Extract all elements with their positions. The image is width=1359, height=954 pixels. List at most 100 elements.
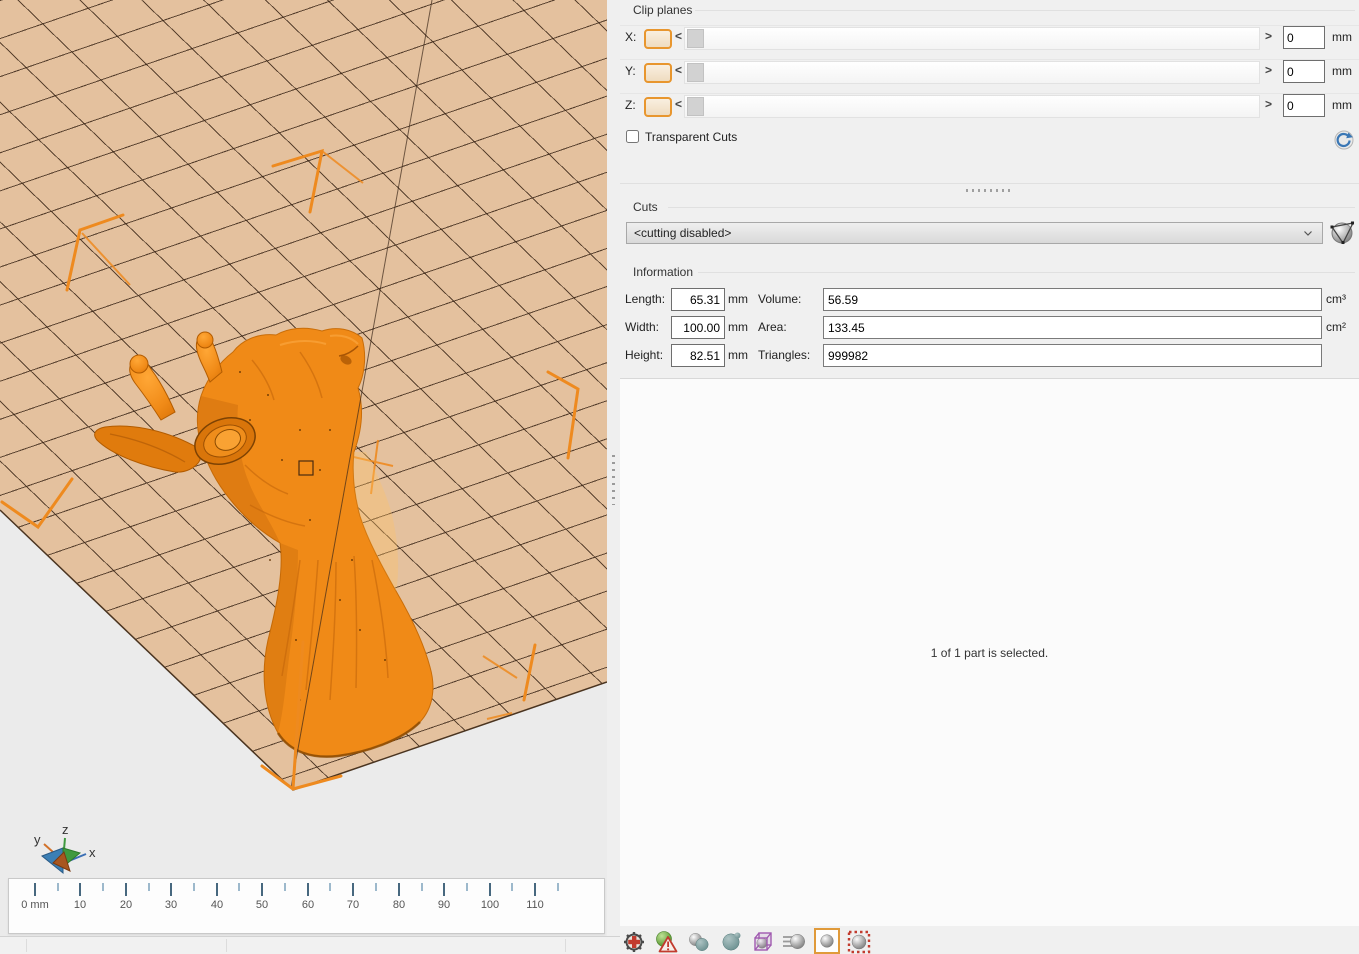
ruler-label: 40 <box>210 899 224 911</box>
side-panel: Clip planes X: < > mm Y: < > mm Z: < > m… <box>620 0 1359 954</box>
clip-y-slider[interactable] <box>684 61 1260 84</box>
vertical-splitter[interactable] <box>607 0 620 936</box>
clip-x-slider[interactable] <box>684 27 1260 50</box>
clip-y-color-swatch[interactable] <box>644 63 672 83</box>
sphere-motion-button[interactable] <box>782 929 807 954</box>
width-input[interactable] <box>671 316 725 339</box>
axis-gizmo: y z x <box>34 824 96 875</box>
ruler-tick <box>216 883 218 896</box>
ruler-tick <box>170 883 172 896</box>
spheres-pair-button[interactable] <box>686 929 711 954</box>
axis-x-label: x <box>89 845 96 860</box>
model-silhouette[interactable] <box>196 327 434 758</box>
clip-x-unit: mm <box>1332 30 1352 44</box>
clip-y-unit: mm <box>1332 64 1352 78</box>
triangles-input[interactable] <box>823 344 1322 367</box>
clip-plane-row-y: Y: < > mm <box>620 60 1359 84</box>
parts-toolbar <box>620 926 1359 954</box>
ruler-label: 100 <box>480 899 500 911</box>
ruler-label: 0 mm <box>21 899 49 911</box>
clip-z-increase-button[interactable]: > <box>1265 97 1272 111</box>
clip-y-label: Y: <box>625 64 636 78</box>
ruler-tick <box>443 883 445 896</box>
clip-x-color-swatch[interactable] <box>644 29 672 49</box>
ruler-label: 110 <box>526 899 544 911</box>
horizontal-splitter-grip[interactable] <box>966 189 1014 192</box>
info-row-width-area: Width: mm Area: cm² <box>620 316 1359 339</box>
clip-y-increase-button[interactable]: > <box>1265 63 1272 77</box>
status-bar-separator <box>226 939 227 952</box>
volume-unit: cm³ <box>1326 292 1346 306</box>
clip-z-color-swatch[interactable] <box>644 97 672 117</box>
clip-z-value-input[interactable] <box>1283 94 1325 117</box>
ruler-minor-tick <box>557 883 559 891</box>
clip-y-value-input[interactable] <box>1283 60 1325 83</box>
length-unit: mm <box>728 292 748 306</box>
reset-clip-planes-button[interactable] <box>1334 130 1354 150</box>
repair-part-button[interactable] <box>622 929 647 954</box>
sphere-selection-button[interactable] <box>846 929 871 954</box>
transparent-cuts-checkbox[interactable] <box>626 130 639 143</box>
width-unit: mm <box>728 320 748 334</box>
status-bar <box>0 936 620 954</box>
sphere-shaded-button[interactable] <box>814 928 840 954</box>
ruler-minor-tick <box>148 883 150 891</box>
model-ear <box>94 425 201 473</box>
transparent-cuts-label: Transparent Cuts <box>645 130 738 144</box>
sphere-shaded-icon <box>820 934 834 948</box>
ruler-label: 10 <box>73 899 87 911</box>
ruler-minor-tick <box>238 883 240 891</box>
ruler-label: 80 <box>392 899 406 911</box>
volume-label: Volume: <box>758 292 802 306</box>
splitter-grip-icon <box>612 455 615 505</box>
ruler-minor-tick <box>466 883 468 891</box>
area-input[interactable] <box>823 316 1322 339</box>
3d-viewport[interactable]: y z x 0 mm 10 20 30 40 50 60 70 80 90 10… <box>0 0 608 936</box>
axis-y-label: y <box>34 832 41 847</box>
clip-x-value-input[interactable] <box>1283 26 1325 49</box>
volume-input[interactable] <box>823 288 1322 311</box>
length-input[interactable] <box>671 288 725 311</box>
giraffe-model[interactable] <box>94 327 434 758</box>
ruler-minor-tick <box>329 883 331 891</box>
height-label: Height: <box>625 348 664 362</box>
clip-y-slider-thumb[interactable] <box>687 63 704 82</box>
axis-z-label: z <box>62 824 69 837</box>
sphere-selection-icon <box>847 930 870 953</box>
clip-x-decrease-button[interactable]: < <box>675 29 682 43</box>
clip-x-slider-thumb[interactable] <box>687 29 704 48</box>
sphere-rotate-button[interactable] <box>718 929 743 954</box>
cuts-dropdown[interactable]: <cutting disabled> <box>626 222 1323 244</box>
information-title: Information <box>630 265 697 279</box>
ruler-minor-tick <box>102 883 104 891</box>
area-label: Area: <box>758 320 787 334</box>
scene-overlay <box>0 0 607 791</box>
clip-x-increase-button[interactable]: > <box>1265 29 1272 43</box>
height-input[interactable] <box>671 344 725 367</box>
group-frame <box>692 10 1355 11</box>
sphere-motion-icon <box>782 933 805 949</box>
width-label: Width: <box>625 320 660 334</box>
ruler-tick <box>307 883 309 896</box>
clip-z-slider-thumb[interactable] <box>687 97 704 116</box>
chevron-down-icon <box>1304 231 1312 236</box>
clip-y-decrease-button[interactable]: < <box>675 63 682 77</box>
clip-z-decrease-button[interactable]: < <box>675 97 682 111</box>
clip-z-slider[interactable] <box>684 95 1260 118</box>
ruler-minor-tick <box>421 883 423 891</box>
ruler-label: 30 <box>164 899 178 911</box>
ruler-minor-tick <box>193 883 195 891</box>
parts-list-panel[interactable]: 1 of 1 part is selected. <box>620 378 1359 928</box>
part-warning-button[interactable] <box>654 929 679 954</box>
cube-sphere-button[interactable] <box>750 929 775 954</box>
triangles-label: Triangles: <box>758 348 811 362</box>
ruler: 0 mm 10 20 30 40 50 60 70 80 90 100 110 <box>8 878 605 934</box>
new-cut-button[interactable] <box>1328 218 1356 246</box>
ruler-label: 70 <box>346 899 360 911</box>
repair-icon <box>623 931 644 952</box>
ruler-label: 60 <box>301 899 315 911</box>
group-frame <box>698 272 1355 273</box>
ruler-tick <box>398 883 400 896</box>
ruler-label: 20 <box>119 899 133 911</box>
ruler-minor-tick <box>511 883 513 891</box>
